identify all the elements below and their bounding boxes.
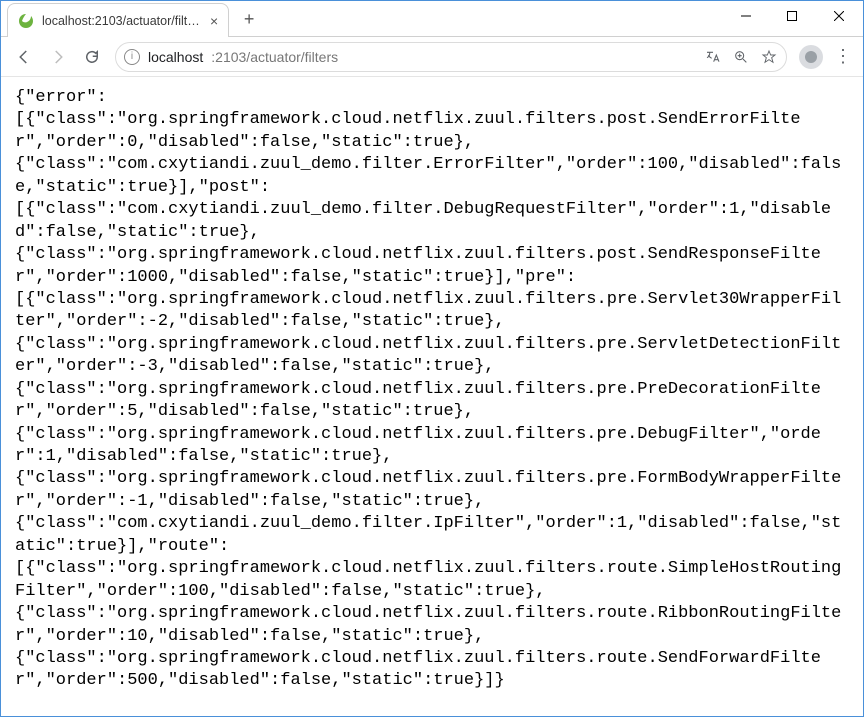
titlebar: localhost:2103/actuator/filters × + [1,1,863,37]
reload-button[interactable] [77,42,107,72]
menu-button[interactable]: ⋮ [831,45,855,69]
zoom-icon[interactable] [732,48,750,66]
bookmark-star-icon[interactable] [760,48,778,66]
browser-window: localhost:2103/actuator/filters × + [0,0,864,717]
close-tab-icon[interactable]: × [210,14,218,28]
page-content[interactable]: {"error": [{"class":"org.springframework… [1,77,863,716]
address-host: localhost [148,49,203,65]
tab-title: localhost:2103/actuator/filters [42,14,202,28]
window-buttons [723,1,863,31]
profile-avatar[interactable] [799,45,823,69]
maximize-button[interactable] [769,1,815,31]
close-window-button[interactable] [815,1,863,31]
address-bar[interactable]: i localhost :2103/actuator/filters [115,42,787,72]
toolbar-right: ⋮ [799,45,855,69]
translate-icon[interactable] [704,48,722,66]
minimize-button[interactable] [723,1,769,31]
spring-favicon [18,13,34,29]
back-button[interactable] [9,42,39,72]
toolbar: i localhost :2103/actuator/filters ⋮ [1,37,863,77]
forward-button[interactable] [43,42,73,72]
address-path: :2103/actuator/filters [211,49,338,65]
tab-active[interactable]: localhost:2103/actuator/filters × [7,3,229,37]
site-info-icon[interactable]: i [124,49,140,65]
json-response-body: {"error": [{"class":"org.springframework… [15,87,849,693]
new-tab-button[interactable]: + [235,5,263,33]
